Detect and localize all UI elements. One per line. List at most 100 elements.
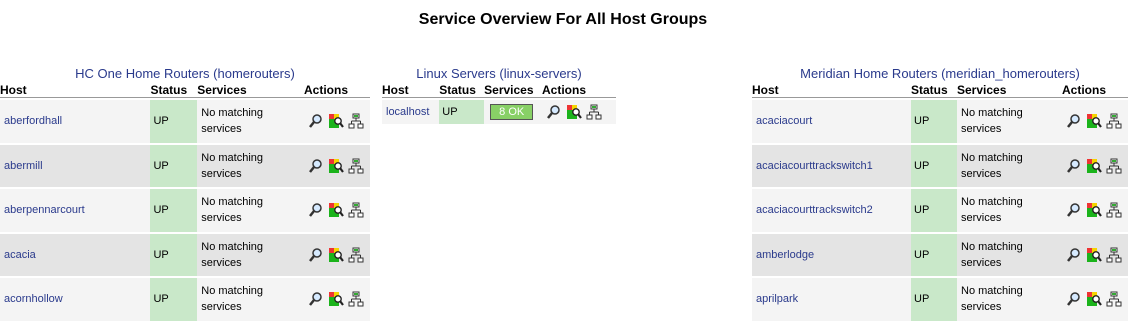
status-detail-icon[interactable] <box>1086 158 1102 174</box>
table-row: aberpennarcourt UP No matching services <box>0 187 370 232</box>
services-summary: No matching services <box>957 142 1062 187</box>
services-summary: No matching services <box>197 98 304 143</box>
host-link[interactable]: amberlodge <box>752 249 814 261</box>
network-map-icon[interactable] <box>348 113 364 129</box>
host-status: UP <box>911 98 957 143</box>
action-icons <box>1066 202 1128 218</box>
host-status: UP <box>150 187 198 232</box>
magnifier-icon[interactable] <box>308 202 324 218</box>
services-ok-badge[interactable]: 8 OK <box>490 104 534 120</box>
table-row: acornhollow UP No matching services <box>0 276 370 321</box>
magnifier-icon[interactable] <box>308 247 324 263</box>
status-detail-icon[interactable] <box>328 247 344 263</box>
services-summary: No matching services <box>197 276 304 321</box>
status-detail-icon[interactable] <box>328 113 344 129</box>
magnifier-icon[interactable] <box>1066 291 1082 307</box>
network-map-icon[interactable] <box>348 202 364 218</box>
table-row: amberlodge UP No matching services <box>752 231 1128 276</box>
network-map-icon[interactable] <box>586 104 602 120</box>
host-link[interactable]: acaciacourttrackswitch2 <box>752 204 873 216</box>
group-alias-link[interactable]: Meridian Home Routers <box>800 66 937 81</box>
host-column-header: Host <box>0 83 151 98</box>
actions-column-header: Actions <box>542 83 616 98</box>
status-detail-icon[interactable] <box>1086 291 1102 307</box>
network-map-icon[interactable] <box>1106 291 1122 307</box>
network-map-icon[interactable] <box>1106 202 1122 218</box>
hostgroup-linux-servers: Linux Servers (linux-servers) Host Statu… <box>382 66 616 124</box>
actions-column-header: Actions <box>1062 83 1128 98</box>
services-column-header: Services <box>197 83 304 98</box>
table-row: acaciacourttrackswitch1 UP No matching ser… <box>752 142 1128 187</box>
actions-column-header: Actions <box>304 83 370 98</box>
host-status: UP <box>911 276 957 321</box>
host-link[interactable]: abermill <box>0 160 43 172</box>
status-column-header: Status <box>150 83 198 98</box>
table-header: Host Status Services Actions <box>0 83 370 98</box>
action-icons <box>308 291 370 307</box>
services-summary: No matching services <box>197 187 304 232</box>
magnifier-icon[interactable] <box>546 104 562 120</box>
group-alias-link[interactable]: HC One Home Routers <box>75 66 209 81</box>
host-link[interactable]: acacia <box>0 249 36 261</box>
magnifier-icon[interactable] <box>308 158 324 174</box>
status-detail-icon[interactable] <box>1086 247 1102 263</box>
action-icons <box>1066 291 1128 307</box>
action-icons <box>1066 247 1128 263</box>
status-detail-icon[interactable] <box>566 104 582 120</box>
host-link[interactable]: localhost <box>382 106 429 118</box>
services-summary: No matching services <box>957 187 1062 232</box>
action-icons <box>308 158 370 174</box>
host-link[interactable]: acornhollow <box>0 293 63 305</box>
status-detail-icon[interactable] <box>328 291 344 307</box>
network-map-icon[interactable] <box>348 158 364 174</box>
group-title: Linux Servers (linux-servers) <box>416 66 582 81</box>
host-status: UP <box>150 142 198 187</box>
host-link[interactable]: acaciacourttrackswitch1 <box>752 160 873 172</box>
host-status: UP <box>150 98 198 143</box>
host-table: Host Status Services Actions localhost U… <box>382 83 616 124</box>
magnifier-icon[interactable] <box>1066 202 1082 218</box>
host-link[interactable]: aberpennarcourt <box>0 204 85 216</box>
status-detail-icon[interactable] <box>1086 113 1102 129</box>
status-detail-icon[interactable] <box>328 202 344 218</box>
host-column-header: Host <box>752 83 911 98</box>
host-status: UP <box>150 276 198 321</box>
group-alias-link[interactable]: Linux Servers <box>416 66 495 81</box>
services-summary: No matching services <box>957 231 1062 276</box>
magnifier-icon[interactable] <box>1066 113 1082 129</box>
group-name-link[interactable]: homerouters <box>218 66 291 81</box>
hostgroup-meridian-homerouters: Meridian Home Routers (meridian_homerout… <box>752 66 1128 321</box>
host-status: UP <box>911 187 957 232</box>
host-link[interactable]: aprilpark <box>752 293 798 305</box>
action-icons <box>308 202 370 218</box>
services-column-header: Services <box>957 83 1062 98</box>
table-row: acaciacourt UP No matching services <box>752 98 1128 143</box>
magnifier-icon[interactable] <box>1066 247 1082 263</box>
host-link[interactable]: aberfordhall <box>0 115 62 127</box>
services-summary: No matching services <box>197 231 304 276</box>
group-name-link[interactable]: linux-servers <box>504 66 578 81</box>
table-header: Host Status Services Actions <box>752 83 1128 98</box>
network-map-icon[interactable] <box>348 291 364 307</box>
table-row: aprilpark UP No matching services <box>752 276 1128 321</box>
hostgroup-homerouters: HC One Home Routers (homerouters) Host S… <box>0 66 370 321</box>
magnifier-icon[interactable] <box>1066 158 1082 174</box>
host-status: UP <box>150 231 198 276</box>
group-name-link[interactable]: meridian_homerouters <box>945 66 1075 81</box>
host-column-header: Host <box>382 83 440 98</box>
status-column-header: Status <box>911 83 957 98</box>
magnifier-icon[interactable] <box>308 291 324 307</box>
table-header: Host Status Services Actions <box>382 83 616 98</box>
network-map-icon[interactable] <box>1106 158 1122 174</box>
status-column-header: Status <box>439 83 485 98</box>
status-detail-icon[interactable] <box>328 158 344 174</box>
network-map-icon[interactable] <box>1106 247 1122 263</box>
status-detail-icon[interactable] <box>1086 202 1102 218</box>
table-row: localhost UP 8 OK <box>382 98 616 124</box>
host-link[interactable]: acaciacourt <box>752 115 812 127</box>
network-map-icon[interactable] <box>348 247 364 263</box>
magnifier-icon[interactable] <box>308 113 324 129</box>
table-row: acaciacourttrackswitch2 UP No matching ser… <box>752 187 1128 232</box>
network-map-icon[interactable] <box>1106 113 1122 129</box>
table-row: abermill UP No matching services <box>0 142 370 187</box>
